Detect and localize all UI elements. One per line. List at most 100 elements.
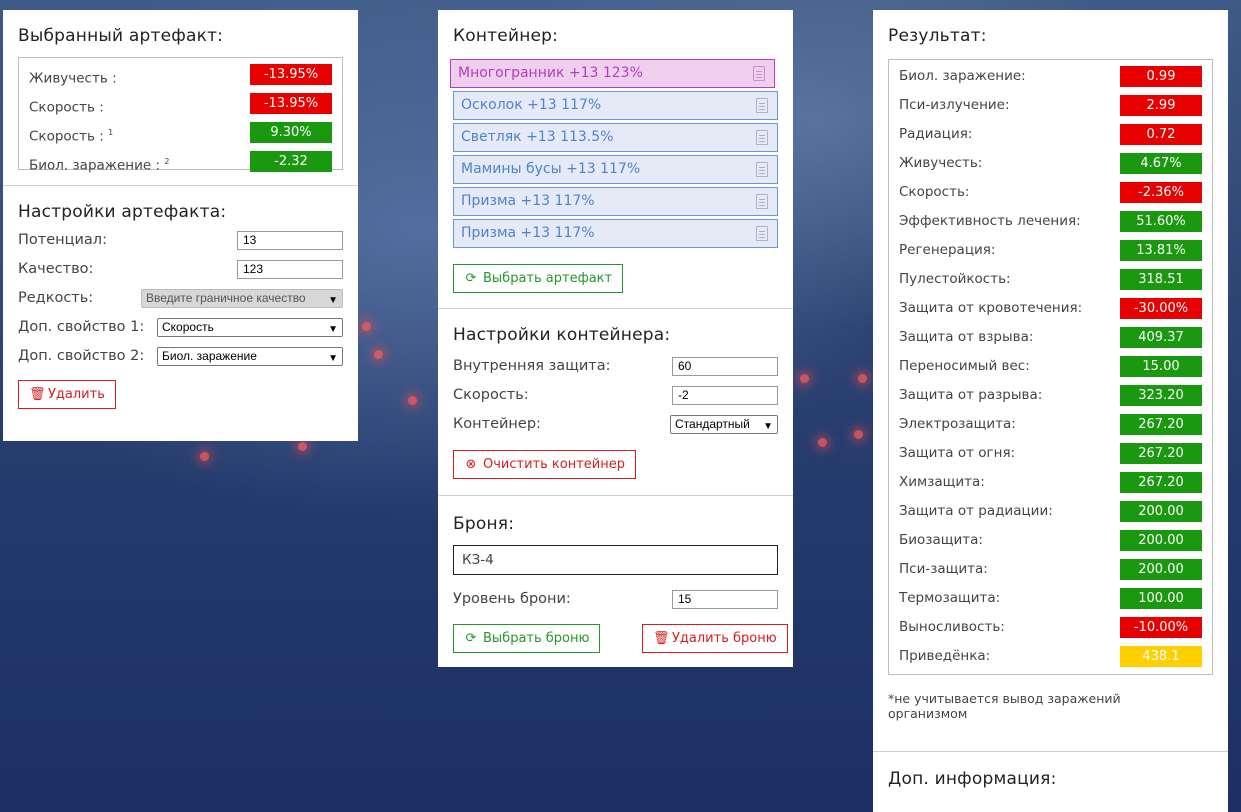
result-row: Биозащита: 200.00 [889,526,1212,555]
result-panel: Результат: Биол. заражение: 0.99 Пси-излу… [873,10,1228,812]
armor-name-field[interactable]: КЗ-4 [453,545,778,575]
container-item[interactable]: Призма +13 117% [453,219,778,248]
artifact-stat-row: Скорость : -13.95% [19,89,342,118]
delete-armor-button[interactable]: 🗑 Удалить броню [642,624,788,653]
result-label: Выносливость: [899,619,1005,635]
result-row: Пулестойкость: 318.51 [889,265,1212,294]
result-box: Биол. заражение: 0.99 Пси-излучение: 2.99 … [888,59,1213,675]
extra1-select[interactable]: Скорость ▼ [157,318,343,337]
result-note: *не учитывается вывод заражений организм… [888,691,1121,721]
refresh-icon: ⟳ [465,631,477,646]
result-value: -30.00% [1120,298,1202,319]
result-value: 13.81% [1120,240,1202,261]
result-value: 15.00 [1120,356,1202,377]
result-row: Химзащита: 267.20 [889,468,1212,497]
potential-input[interactable]: 13 [237,231,343,250]
result-value: 318.51 [1120,269,1202,290]
container-item[interactable]: Осколок +13 117% [453,91,778,120]
extra2-label: Доп. свойство 2: [18,348,145,364]
result-row: Защита от разрыва: 323.20 [889,381,1212,410]
result-label: Живучесть: [899,155,983,171]
extra1-row: Доп. свойство 1: Скорость ▼ [18,313,343,342]
potential-row: Потенциал: 13 [18,226,343,255]
result-value: 2.99 [1120,95,1202,116]
stat-value: -13.95% [250,93,332,114]
chevron-down-icon: ▼ [328,295,338,306]
result-value: 438.1 [1120,646,1202,667]
chevron-down-icon: ▼ [328,324,338,335]
extra2-select[interactable]: Биол. заражение ▼ [157,347,343,366]
result-label: Переносимый вес: [899,358,1030,374]
result-row: Защита от радиации: 200.00 [889,497,1212,526]
document-icon[interactable] [756,226,768,241]
artifact-settings-title: Настройки артефакта: [18,202,227,222]
stat-label: Биол. заражение : 2 [29,157,170,174]
document-icon[interactable] [756,194,768,209]
background-light [200,452,209,461]
container-item[interactable]: Светляк +13 113.5% [453,123,778,152]
background-light [374,350,383,359]
stat-value: 9.30% [250,122,332,143]
result-value: -10.00% [1120,617,1202,638]
container-speed-row: Скорость: -2 [453,381,778,410]
artifact-panel: Выбранный артефакт: Живучесть : -13.95% … [3,10,358,441]
result-label: Пси-излучение: [899,97,1010,113]
rarity-select: Введите граничное качество ▼ [141,289,343,308]
choose-artifact-button[interactable]: ⟳ Выбрать артефакт [453,264,624,293]
quality-label: Качество: [18,261,94,277]
stat-value: -13.95% [250,64,332,85]
result-row: Пси-излучение: 2.99 [889,91,1212,120]
result-value: 200.00 [1120,559,1202,580]
container-type-select[interactable]: Стандартный ▼ [670,415,778,434]
result-label: Электрозащита: [899,416,1016,432]
background-light [362,322,371,331]
document-icon[interactable] [756,162,768,177]
artifact-title: Выбранный артефакт: [18,26,224,46]
result-value: 200.00 [1120,501,1202,522]
rarity-row: Редкость: Введите граничное качество ▼ [18,284,343,313]
result-row: Электрозащита: 267.20 [889,410,1212,439]
result-row: Приведёнка: 438.1 [889,642,1212,671]
result-row: Защита от кровотечения: -30.00% [889,294,1212,323]
choose-armor-button[interactable]: ⟳ Выбрать броню [453,624,601,653]
chevron-down-icon: ▼ [763,421,773,432]
background-light [854,430,863,439]
result-value: 200.00 [1120,530,1202,551]
result-label: Защита от огня: [899,445,1016,461]
document-icon[interactable] [753,66,765,81]
result-row: Скорость: -2.36% [889,178,1212,207]
result-label: Пси-защита: [899,561,988,577]
result-row: Термозащита: 100.00 [889,584,1212,613]
background-light [298,442,307,451]
result-label: Биол. заражение: [899,68,1026,84]
rarity-label: Редкость: [18,290,94,306]
result-label: Биозащита: [899,532,983,548]
container-item[interactable]: Призма +13 117% [453,187,778,216]
document-icon[interactable] [756,130,768,145]
document-icon[interactable] [756,98,768,113]
result-row: Биол. заражение: 0.99 [889,62,1212,91]
container-speed-input[interactable]: -2 [672,386,778,405]
trash-icon: 🗑 [653,631,670,646]
result-label: Химзащита: [899,474,985,490]
background-light [800,374,809,383]
container-item[interactable]: Многогранник +13 123% [450,59,775,88]
delete-artifact-button[interactable]: 🗑 Удалить [18,380,116,409]
chevron-down-icon: ▼ [328,353,338,364]
armor-section: Броня: КЗ-4 Уровень брони: 15 ⟳ Выбрать б… [438,496,793,666]
inner-protection-input[interactable]: 60 [672,357,778,376]
result-value: 100.00 [1120,588,1202,609]
container-type-row: Контейнер: Стандартный ▼ [453,410,778,439]
quality-input[interactable]: 123 [237,260,343,279]
result-row: Защита от огня: 267.20 [889,439,1212,468]
armor-level-input[interactable]: 15 [672,590,778,609]
clear-container-button[interactable]: ⊗ Очистить контейнер [453,450,636,479]
artifact-stats-box: Живучесть : -13.95% Скорость : -13.95% С… [18,57,343,174]
container-settings-section: Настройки контейнера: Внутренняя защита:… [438,309,793,495]
container-settings-title: Настройки контейнера: [453,325,671,345]
result-row: Живучесть: 4.67% [889,149,1212,178]
container-item[interactable]: Мамины бусы +13 117% [453,155,778,184]
result-value: 0.99 [1120,66,1202,87]
result-title: Результат: [888,26,987,46]
result-value: 409.37 [1120,327,1202,348]
